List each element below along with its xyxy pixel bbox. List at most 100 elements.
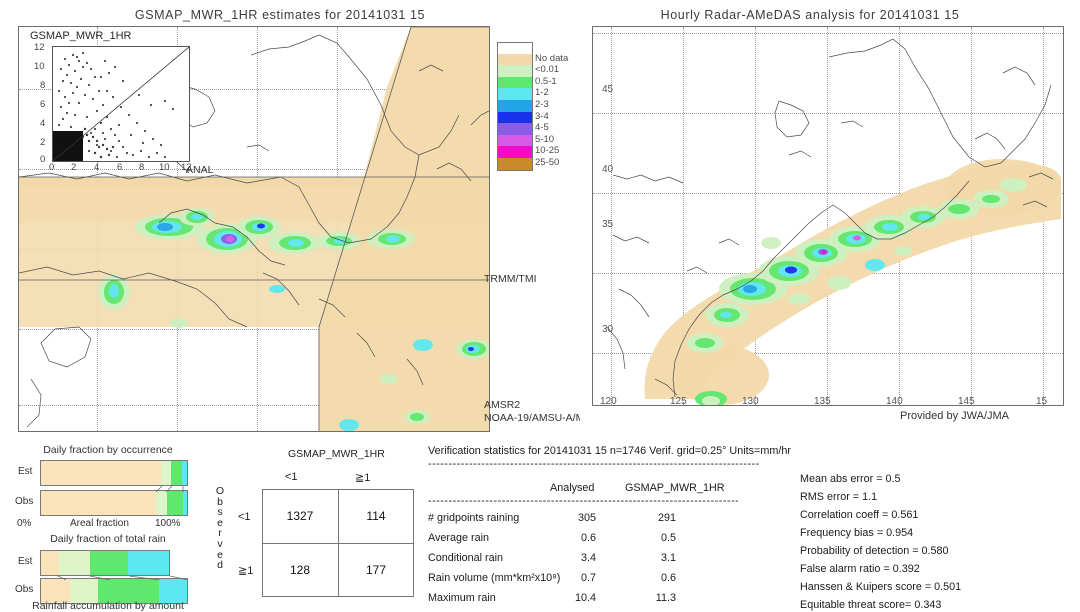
- lon-tick-145: 145: [958, 396, 975, 407]
- bar-segment: [89, 551, 129, 575]
- scatter-xtick: 8: [139, 162, 145, 173]
- score-mean-abs-error: Mean abs error = 0.5: [800, 473, 901, 485]
- legend-swatch: [497, 123, 533, 135]
- verification-report-page: GSMAP_MWR_1HR estimates for 20141031 15: [0, 0, 1080, 612]
- occurrence-est-label: Est: [18, 466, 33, 477]
- stats-rule-mid: ----------------------------------------…: [428, 495, 738, 507]
- occurrence-axis-max: 100%: [155, 518, 181, 529]
- lon-tick-120: 120: [600, 396, 617, 407]
- scatter-inset: GSMAP_MWR_1HR 12 10 8 6 4 2 0 0 2 4 6 8 …: [26, 30, 206, 178]
- occurrence-axis-label: Areal fraction: [70, 518, 129, 529]
- swath-label-trmm: TRMM/TMI: [484, 273, 537, 285]
- left-panel-title: GSMAP_MWR_1HR estimates for 20141031 15: [134, 8, 426, 22]
- bar-segment: [166, 491, 183, 515]
- stats-col-analysed: Analysed: [550, 482, 595, 494]
- scatter-xtick: 2: [71, 162, 77, 173]
- legend-swatch: [497, 157, 533, 171]
- lon-tick-150: 15: [1036, 396, 1048, 407]
- stats-row-label: Maximum rain: [428, 592, 496, 604]
- lon-tick-135: 135: [814, 396, 831, 407]
- bar-segment: [181, 461, 187, 485]
- score-rms-error: RMS error = 1.1: [800, 491, 878, 503]
- legend-label: 25-50: [535, 156, 560, 168]
- bar-segment: [41, 461, 162, 485]
- totalrain-chart-caption: Rainfall accumulation by amount: [32, 600, 184, 612]
- occurrence-est-bar: [40, 460, 188, 486]
- scatter-inset-title: GSMAP_MWR_1HR: [30, 30, 132, 42]
- stats-row-analysed: 10.4: [574, 592, 596, 604]
- stats-rule-top: ----------------------------------------…: [428, 458, 760, 470]
- contingency-col-header-ge1: ≧1: [355, 472, 371, 484]
- legend-label: 10-25: [535, 145, 560, 157]
- contingency-row-header-ge1: ≧1: [238, 565, 254, 577]
- stats-row-model: 3.1: [660, 552, 676, 564]
- swath-label-noaa: NOAA-19/AMSU-A/MHS: [484, 412, 580, 424]
- legend-label: 1-2: [535, 87, 549, 99]
- legend-swatch: [497, 134, 533, 147]
- score-hanssen-kuipers: Hanssen & Kuipers score = 0.501: [800, 581, 962, 593]
- legend-label: 5-10: [535, 133, 555, 145]
- score-correlation-coeff: Correlation coeff = 0.561: [800, 509, 919, 521]
- legend-swatch: [497, 65, 533, 77]
- lon-tick-140: 140: [886, 396, 903, 407]
- occurrence-leader-lines: [155, 486, 184, 492]
- score-equitable-threat: Equitable threat score= 0.343: [800, 599, 942, 611]
- contingency-title: GSMAP_MWR_1HR: [288, 448, 385, 460]
- legend-label: <0.01: [535, 64, 560, 76]
- totalrain-chart-title: Daily fraction of total rain: [50, 533, 166, 545]
- stats-header: Verification statistics for 20141031 15 …: [428, 445, 791, 457]
- contingency-col-header-lt1: <1: [285, 471, 298, 483]
- scatter-xtick: 4: [94, 162, 100, 173]
- contingency-cell-false-alarm: 114: [366, 509, 386, 523]
- scatter-ytick: 0: [40, 154, 46, 165]
- observed-label-char: O: [215, 485, 225, 497]
- legend-swatch: [497, 76, 533, 89]
- legend-label: 4-5: [535, 122, 549, 134]
- bar-segment: [182, 491, 187, 515]
- stats-row-analysed: 0.6: [580, 532, 596, 544]
- stats-col-model: GSMAP_MWR_1HR: [625, 482, 725, 494]
- bar-segment: [156, 491, 167, 515]
- bar-segment: [41, 491, 157, 515]
- score-probability-of-detection: Probability of detection = 0.580: [800, 545, 949, 557]
- legend-swatch: [497, 111, 533, 124]
- data-credit: Provided by JWA/JMA: [900, 410, 1010, 422]
- lat-tick-40: 40: [602, 164, 614, 175]
- occurrence-obs-bar: [40, 490, 188, 516]
- totalrain-est-label: Est: [18, 556, 33, 567]
- bar-segment: [170, 461, 182, 485]
- scatter-ytick: 6: [40, 99, 46, 110]
- totalrain-leader-lines: [57, 576, 189, 580]
- scatter-ytick: 4: [40, 118, 46, 129]
- legend-swatch: [497, 53, 533, 66]
- stats-row-model: 291: [657, 512, 676, 524]
- stats-row-model: 11.3: [655, 592, 676, 604]
- scatter-ytick: 2: [40, 137, 46, 148]
- occurrence-axis-min: 0%: [17, 518, 32, 529]
- observed-label-char: d: [217, 559, 223, 572]
- bar-segment: [41, 551, 59, 575]
- legend-label: 2-3: [535, 98, 549, 110]
- occurrence-obs-label: Obs: [15, 496, 34, 507]
- stats-row-label: # gridpoints raining: [428, 512, 520, 524]
- swath-label-anal: ANAL: [186, 164, 214, 176]
- lat-tick-45: 45: [602, 84, 614, 95]
- legend-swatch: [497, 146, 533, 158]
- stats-row-label: Average rain: [428, 532, 490, 544]
- stats-row-analysed: 0.7: [580, 572, 596, 584]
- observed-label-char: v: [217, 537, 223, 550]
- legend-swatch: [497, 88, 533, 100]
- contingency-observed-label: Observed: [214, 486, 226, 571]
- lon-tick-130: 130: [742, 396, 759, 407]
- contingency-cell-hit: 177: [365, 563, 387, 577]
- score-false-alarm-ratio: False alarm ratio = 0.392: [800, 563, 920, 575]
- right-panel-title: Hourly Radar-AMeDAS analysis for 2014103…: [660, 8, 960, 22]
- scatter-ytick: 12: [34, 42, 45, 53]
- bar-segment: [161, 461, 171, 485]
- bar-segment: [128, 551, 169, 575]
- stats-row-analysed: 3.4: [580, 552, 596, 564]
- score-frequency-bias: Frequency bias = 0.954: [800, 527, 914, 539]
- lat-tick-30: 30: [602, 324, 614, 335]
- legend-swatch: [497, 99, 533, 112]
- stats-row-model: 0.6: [660, 572, 676, 584]
